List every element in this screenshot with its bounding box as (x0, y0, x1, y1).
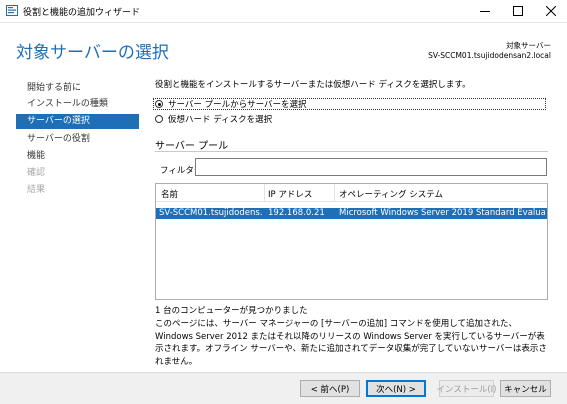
column-header-name[interactable]: 名前 (161, 188, 178, 200)
nav-item-installation-type[interactable]: インストールの種類 (16, 97, 139, 112)
section-divider (155, 151, 548, 152)
server-list-table[interactable]: 名前 IP アドレス オペレーティング システム SV-SCCM01.tsuji… (155, 183, 548, 300)
column-separator[interactable] (264, 184, 265, 201)
nav-item-server-selection[interactable]: サーバーの選択 (16, 114, 139, 129)
page-title: 対象サーバーの選択 (16, 43, 169, 63)
cancel-button[interactable]: キャンセル (500, 380, 551, 397)
table-row[interactable]: SV-SCCM01.tsujidodens... 192.168.0.21 Mi… (156, 208, 547, 219)
option-select-virtual-hard-disk[interactable]: 仮想ハード ディスクを選択 (155, 113, 272, 125)
column-header-ip[interactable]: IP アドレス (268, 188, 312, 200)
description-text: このページには、サーバー マネージャーの [サーバーの追加] コマンドを使用して… (155, 319, 547, 367)
previous-button[interactable]: < 前へ(P) (300, 380, 360, 397)
table-header: 名前 IP アドレス オペレーティング システム (156, 184, 547, 202)
nav-item-before-you-begin[interactable]: 開始する前に (16, 81, 139, 96)
server-manager-icon (6, 5, 18, 16)
column-separator[interactable] (334, 184, 335, 201)
nav-item-features[interactable]: 機能 (16, 149, 139, 164)
column-header-os[interactable]: オペレーティング システム (339, 188, 443, 200)
radio-button-checked[interactable] (155, 100, 163, 108)
install-button: インストール(I) (437, 380, 497, 397)
filter-input[interactable] (195, 158, 547, 176)
close-icon (546, 6, 556, 16)
computer-count-text: 1 台のコンピューターが見つかりました (155, 306, 308, 316)
minimize-icon (480, 6, 490, 16)
window-title: 役割と機能の追加ウィザード (23, 8, 141, 18)
nav-item-confirmation: 確認 (27, 168, 46, 178)
cell-ip: 192.168.0.21 (268, 208, 325, 218)
maximize-button[interactable] (503, 0, 533, 22)
cell-name: SV-SCCM01.tsujidodens... (159, 208, 263, 218)
server-pool-title: サーバー プール (155, 141, 229, 152)
nav-item-server-roles[interactable]: サーバーの役割 (16, 132, 139, 147)
radio-button[interactable] (155, 115, 163, 123)
title-bar: 役割と機能の追加ウィザード (0, 0, 567, 23)
cell-os: Microsoft Windows Server 2019 Standard E… (339, 208, 545, 218)
maximize-icon (513, 6, 523, 16)
instruction-text: 役割と機能をインストールするサーバーまたは仮想ハード ディスクを選択します。 (155, 80, 471, 90)
next-button[interactable]: 次へ(N) > (366, 380, 426, 397)
option-label: 仮想ハード ディスクを選択 (168, 115, 273, 125)
destination-server-value: SV-SCCM01.tsujidodensan2.local (428, 51, 551, 60)
destination-server-label: 対象サーバー (506, 41, 551, 50)
minimize-button[interactable] (470, 0, 500, 22)
close-button[interactable] (536, 0, 566, 22)
nav-item-results: 結果 (27, 185, 46, 195)
option-label: サーバー プールからサーバーを選択 (168, 100, 307, 110)
option-select-server-from-pool[interactable]: サーバー プールからサーバーを選択 (155, 98, 307, 110)
